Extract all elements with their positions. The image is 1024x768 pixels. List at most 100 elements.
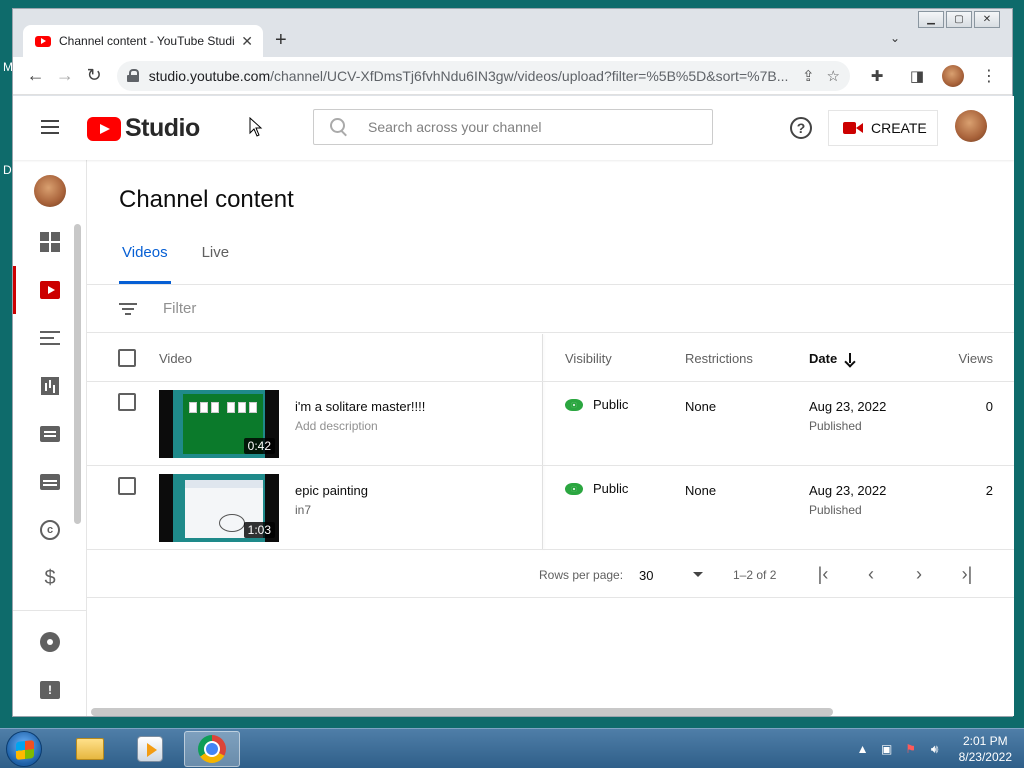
playlist-icon [40, 331, 60, 345]
last-page-icon[interactable]: ›| [955, 562, 979, 586]
network-icon[interactable]: ▣ [879, 742, 895, 756]
pagination-bar: Rows per page: 30 1–2 of 2 |‹ ‹ › ›| [87, 550, 1014, 598]
browser-tab[interactable]: Channel content - YouTube Studio ✕ [23, 25, 263, 57]
studio-logo[interactable]: Studio [87, 114, 200, 143]
rows-per-page-select[interactable]: 30 [639, 566, 703, 584]
desktop-text-fragment: D [3, 163, 12, 177]
video-description[interactable]: Add description [295, 419, 378, 433]
column-header-video: Video [159, 351, 193, 366]
start-button[interactable] [6, 731, 42, 767]
tab-videos[interactable]: Videos [119, 236, 171, 284]
create-button[interactable]: CREATE [828, 110, 938, 146]
bookmark-star-icon[interactable]: ☆ [827, 67, 840, 85]
chrome-icon [198, 735, 226, 763]
taskbar-clock[interactable]: 2:01 PM 8/23/2022 [959, 733, 1012, 765]
page-range: 1–2 of 2 [733, 568, 777, 582]
sidebar-item-content[interactable] [13, 266, 87, 314]
forward-arrow-icon[interactable]: → [50, 61, 79, 91]
sidebar-item-feedback[interactable]: ! [13, 666, 87, 714]
action-center-flag-icon[interactable]: ⚑ [903, 742, 919, 756]
dropdown-caret-icon [693, 572, 703, 577]
kebab-menu-icon[interactable]: ⋮ [974, 61, 1004, 91]
hamburger-menu-icon[interactable] [41, 120, 59, 134]
sidebar-item-earn[interactable]: $ [13, 554, 87, 602]
eye-icon [565, 482, 583, 495]
taskbar-explorer[interactable] [62, 731, 118, 767]
horizontal-scrollbar[interactable] [91, 708, 833, 716]
date-cell: Aug 23, 2022 [809, 483, 887, 498]
profile-avatar[interactable] [942, 64, 964, 87]
channel-search-box[interactable] [313, 109, 713, 145]
youtube-favicon-icon [35, 35, 51, 47]
column-header-views[interactable]: Views [959, 351, 993, 366]
channel-avatar[interactable] [34, 175, 66, 207]
tab-live[interactable]: Live [199, 236, 233, 284]
date-status: Published [809, 419, 862, 433]
side-panel-icon[interactable]: ◨ [902, 61, 932, 91]
account-avatar[interactable] [955, 110, 987, 142]
sidebar-item-analytics[interactable] [13, 362, 87, 410]
filter-input[interactable]: Filter [163, 300, 196, 317]
row-checkbox[interactable] [118, 477, 136, 495]
share-icon[interactable]: ⇪ [802, 67, 815, 85]
table-row[interactable]: 0:42 i'm a solitare master!!!! Add descr… [87, 382, 1014, 466]
date-cell: Aug 23, 2022 [809, 399, 887, 414]
system-tray: ▲ ▣ ⚑ 🔊︎ 2:01 PM 8/23/2022 [855, 729, 1012, 768]
windows-taskbar: ▲ ▣ ⚑ 🔊︎ 2:01 PM 8/23/2022 [0, 728, 1024, 768]
content-play-icon [40, 281, 60, 299]
studio-app: Studio ? CREATE [13, 96, 1014, 716]
close-tab-icon[interactable]: ✕ [241, 33, 253, 50]
subtitles-icon [40, 474, 60, 490]
next-page-icon[interactable]: › [907, 562, 931, 586]
content-tabs: Videos Live [119, 236, 232, 284]
main-content: Channel content Videos Live Filter Video… [87, 160, 1014, 716]
sidebar-item-playlists[interactable] [13, 314, 87, 362]
copyright-icon: c [40, 520, 60, 540]
help-icon[interactable]: ? [790, 117, 812, 139]
visibility-cell[interactable]: Public [565, 397, 628, 412]
sidebar-item-settings[interactable] [13, 618, 87, 666]
new-tab-plus-icon[interactable]: + [275, 29, 287, 52]
visibility-cell[interactable]: Public [565, 481, 628, 496]
filter-bar[interactable]: Filter [87, 285, 1014, 333]
tab-search-chevron-icon[interactable]: ⌄ [890, 31, 900, 45]
sidebar-item-dashboard[interactable] [13, 218, 87, 266]
comments-icon [40, 426, 60, 442]
previous-page-icon[interactable]: ‹ [859, 562, 883, 586]
video-title[interactable]: epic painting [295, 483, 368, 498]
address-bar[interactable]: studio.youtube.com/channel/UCV-XfDmsTj6f… [116, 60, 850, 91]
filter-icon[interactable] [119, 302, 137, 315]
tab-strip: Channel content - YouTube Studio ✕ + ⌄ [13, 9, 1012, 57]
search-input[interactable] [368, 119, 688, 135]
taskbar-chrome[interactable] [184, 731, 240, 767]
videos-table: Video Visibility Restrictions Date Views… [87, 334, 1014, 550]
first-page-icon[interactable]: |‹ [811, 562, 835, 586]
sidebar-item-copyright[interactable]: c [13, 506, 87, 554]
youtube-logo-icon [87, 116, 121, 141]
video-title[interactable]: i'm a solitare master!!!! [295, 399, 425, 414]
table-row[interactable]: 1:03 epic painting in7 Public None Aug 2… [87, 466, 1014, 550]
video-thumbnail[interactable]: 0:42 [159, 390, 279, 458]
show-hidden-icons-icon[interactable]: ▲ [855, 742, 871, 756]
select-all-checkbox[interactable] [118, 349, 136, 367]
sidebar-item-subtitles[interactable] [13, 458, 87, 506]
taskbar-media-player[interactable] [122, 731, 178, 767]
folder-icon [76, 738, 104, 760]
reload-icon[interactable]: ↻ [79, 61, 108, 91]
column-header-date[interactable]: Date [809, 351, 855, 366]
sidebar-item-comments[interactable] [13, 410, 87, 458]
video-description[interactable]: in7 [295, 503, 311, 517]
search-icon [330, 118, 348, 136]
back-arrow-icon[interactable]: ← [21, 61, 50, 91]
volume-icon[interactable]: 🔊︎ [927, 742, 943, 756]
url-text: studio.youtube.com/channel/UCV-XfDmsTj6f… [148, 67, 789, 84]
rows-per-page-label: Rows per page: [539, 568, 624, 582]
column-header-restrictions[interactable]: Restrictions [685, 351, 753, 366]
row-checkbox[interactable] [118, 393, 136, 411]
column-header-visibility[interactable]: Visibility [565, 351, 612, 366]
video-thumbnail[interactable]: 1:03 [159, 474, 279, 542]
sidebar-divider [13, 610, 87, 611]
video-duration: 0:42 [243, 438, 275, 454]
extensions-puzzle-icon[interactable]: ✚ [862, 61, 892, 91]
browser-window: ▁ ▢ ✕ Channel content - YouTube Studio ✕… [12, 8, 1014, 717]
